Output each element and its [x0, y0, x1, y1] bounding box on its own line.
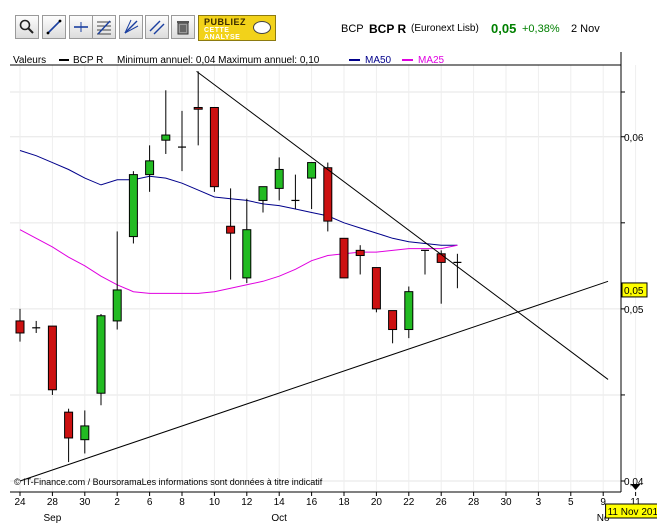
x-tick-label: 30 [79, 497, 91, 508]
x-tick-label: 6 [147, 497, 153, 508]
quote-change: +0,38% [522, 23, 560, 35]
x-tick-label: 8 [179, 497, 185, 508]
candle-body [15, 320, 25, 334]
x-tick-label: 26 [436, 497, 448, 508]
y-tick-label: 0,06 [624, 133, 644, 144]
x-tick-label: 16 [306, 497, 318, 508]
y-tick-label: 0,05 [624, 305, 644, 316]
x-tick-label: 3 [536, 497, 542, 508]
candle-body [96, 315, 106, 394]
candle-body [371, 267, 381, 310]
trendline-icon [46, 19, 62, 35]
publish-label-line2: CETTE [204, 27, 230, 34]
x-tick-label: 18 [338, 497, 350, 508]
quote-ticker: BCP [341, 23, 364, 35]
publish-label-line3: ANALYSE [204, 34, 241, 41]
channel-tool[interactable] [145, 15, 169, 39]
candle-body [145, 160, 155, 176]
last-price-label: 0,05 [624, 286, 644, 297]
x-tick-label: 14 [274, 497, 286, 508]
fibonacci-icon [97, 20, 111, 35]
horizontal-line-icon [74, 22, 88, 32]
legend-values-label: Valeurs [13, 55, 46, 66]
delete-tool[interactable] [171, 15, 195, 39]
price-chart: Valeurs BCP R Minimum annuel: 0,04 Maxim… [10, 52, 657, 524]
zoom-icon [19, 19, 34, 34]
candle-body [274, 168, 284, 189]
legend-annual-range: Minimum annuel: 0,04 Maximum annuel: 0,1… [117, 55, 320, 66]
candle-body [307, 162, 317, 179]
x-tick-label: 22 [403, 497, 415, 508]
candle-body [112, 289, 122, 322]
month-label: Sep [44, 513, 62, 524]
publish-label-line1: PUBLIEZ [204, 17, 247, 27]
x-tick-label: 12 [241, 497, 253, 508]
candle-body [80, 425, 90, 441]
legend-ma50-label: MA50 [365, 55, 392, 66]
candle-body [339, 237, 349, 279]
candle-body [388, 310, 398, 331]
x-tick-label: 28 [47, 497, 59, 508]
trendline-tool[interactable] [42, 15, 66, 39]
publish-analysis-button[interactable]: PUBLIEZ CETTE ANALYSE [198, 15, 276, 41]
legend-ma25-label: MA25 [418, 55, 445, 66]
footer-credit: © IT-Finance.com / BoursoramaLes informa… [14, 477, 323, 487]
x-tick-label: 2 [114, 497, 120, 508]
quote-name: BCP R [369, 22, 407, 36]
candle-body [258, 186, 268, 201]
legend-series-label: BCP R [73, 55, 103, 66]
candle-body [355, 249, 365, 257]
month-label: Oct [271, 513, 287, 524]
toolbar: PUBLIEZ CETTE ANALYSE BCP BCP R (Euronex… [0, 0, 657, 52]
quote-price: 0,05 [491, 21, 517, 36]
x-tick-label: 10 [209, 497, 221, 508]
quote-exchange: (Euronext Lisb) [411, 23, 479, 34]
fan-tool[interactable] [119, 15, 143, 39]
x-tick-label: 20 [371, 497, 383, 508]
candle-body [64, 411, 74, 439]
candle-body [161, 134, 171, 141]
fibonacci-tool[interactable] [92, 15, 116, 39]
candle-body [193, 106, 203, 110]
trash-icon [177, 21, 189, 35]
x-tick-label: 5 [568, 497, 574, 508]
candle-body [404, 291, 414, 331]
plot-area [10, 52, 621, 492]
candle-body [209, 106, 219, 188]
candle-body [226, 225, 236, 234]
quote-date: 2 Nov [571, 23, 600, 35]
speech-bubble-icon [253, 21, 271, 34]
highlight-date-label: 11 Nov 2015 [608, 507, 657, 518]
channel-icon [149, 20, 165, 35]
candle-body [47, 325, 57, 391]
x-tick-label: 24 [14, 497, 26, 508]
zoom-tool[interactable] [15, 15, 39, 39]
candle-body [128, 174, 138, 238]
candle-body [323, 167, 333, 222]
candle-body [242, 229, 252, 279]
fan-icon [124, 19, 139, 34]
horizontal-line-tool[interactable] [69, 15, 93, 39]
x-tick-label: 28 [468, 497, 480, 508]
x-tick-label: 30 [500, 497, 512, 508]
y-axis: 0,040,050,060,05 [621, 91, 648, 488]
